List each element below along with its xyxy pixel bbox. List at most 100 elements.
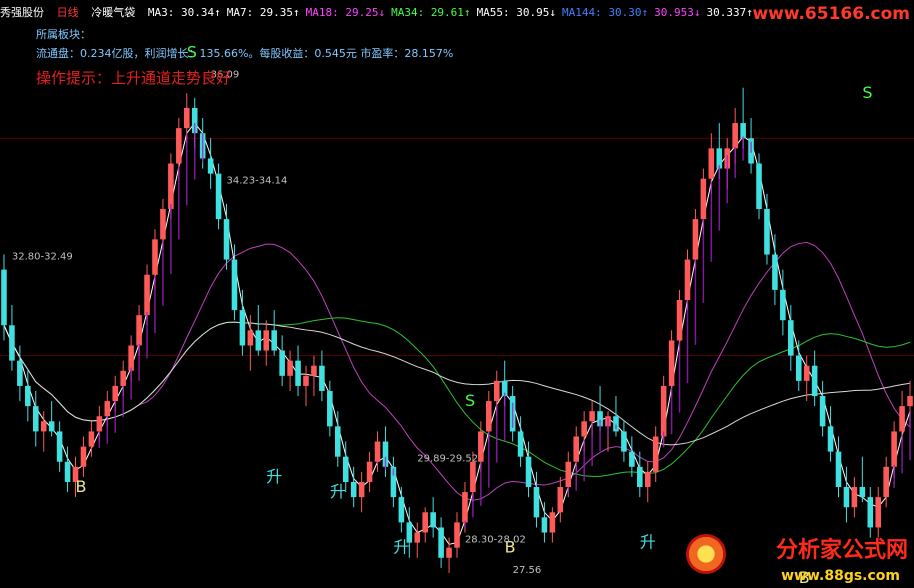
candle-body	[223, 219, 230, 260]
candle-body	[56, 431, 63, 462]
candle-body	[486, 401, 492, 432]
candle-body	[867, 497, 874, 528]
ma-value: MA7: 29.35↑	[226, 6, 300, 19]
candle-body	[335, 426, 341, 457]
candle-body	[64, 461, 71, 482]
candle-body	[136, 315, 142, 346]
chart-annotation: S	[465, 391, 475, 410]
candle-body	[692, 219, 699, 260]
candle-body	[907, 396, 913, 407]
sector-label: 所属板块：	[36, 28, 91, 41]
chart-annotation: 升	[640, 533, 656, 552]
chart-annotation: S	[862, 83, 872, 102]
candle-body	[422, 512, 428, 533]
candle-body	[17, 360, 23, 386]
ma-value: MA144: 30.30↑	[562, 6, 649, 19]
candle-body	[772, 254, 778, 290]
candle-body	[374, 441, 381, 462]
candle-body	[358, 481, 365, 498]
candle-body	[525, 456, 532, 488]
candle-body	[231, 259, 238, 311]
candle-body	[183, 107, 190, 129]
candle-body	[660, 385, 667, 437]
candle-body	[9, 325, 15, 361]
candle-body	[549, 512, 556, 533]
candle-body	[795, 355, 802, 381]
candle-body	[478, 431, 484, 462]
candle-body	[176, 128, 182, 164]
ma-value: MA18: 29.25↓	[305, 6, 386, 19]
watermark-top: www.65166.com	[752, 4, 910, 24]
candle-body	[827, 426, 834, 452]
candle-body	[454, 522, 460, 548]
candle-body	[644, 471, 651, 488]
indicator-name[interactable]: 冷暖气袋	[91, 6, 135, 19]
candle-body	[803, 365, 810, 381]
candle-body	[557, 487, 564, 513]
candle-body	[80, 446, 87, 467]
fundamentals-line: 流通盘：0.234亿股，利润增长：135.66%。每股收益：0.545元 市盈率…	[36, 47, 454, 60]
candle-body	[40, 421, 47, 432]
candle-body	[533, 487, 540, 518]
candle-body	[1, 269, 7, 326]
chart-annotation: 34.23-34.14	[227, 176, 288, 187]
ma-value: MA3: 30.34↑	[147, 6, 221, 19]
logo-flower-icon	[686, 534, 726, 574]
candle-body	[764, 209, 770, 255]
candle-body	[128, 345, 134, 371]
chart-annotation: 27.56	[513, 565, 542, 576]
candle-body	[462, 492, 468, 523]
stock-name[interactable]: 秀强股份	[0, 6, 44, 19]
candle-body	[279, 350, 285, 376]
candlestick-chart[interactable]: S36.0934.23-34.1432.80-32.49B升升S29.89-29…	[0, 0, 914, 588]
candle-body	[168, 163, 174, 210]
candle-body	[160, 209, 166, 240]
candle-body	[255, 330, 262, 351]
candle-body	[25, 385, 31, 407]
candle-body	[366, 461, 373, 482]
operation-tip: 操作提示：上升通道走势良好	[36, 69, 232, 87]
candle-body	[239, 310, 246, 346]
candle-body	[899, 406, 905, 432]
candle-body	[120, 370, 126, 386]
chart-annotation: 升	[266, 467, 282, 486]
candle-body	[676, 300, 683, 341]
candle-body	[700, 178, 707, 220]
watermark-url: www.88gs.com	[781, 568, 900, 584]
candle-body	[32, 406, 39, 432]
chart-annotation: 29.89-29.52	[417, 454, 478, 465]
candle-body	[708, 148, 715, 179]
candle-body	[668, 340, 675, 386]
candle-body	[740, 123, 746, 139]
candle-body	[247, 330, 254, 346]
period-label[interactable]: 日线	[57, 6, 79, 19]
candle-body	[398, 497, 405, 523]
chart-annotation: B	[76, 477, 87, 496]
ma-value: 30.953↓	[654, 6, 701, 19]
candle-body	[319, 365, 325, 391]
candle-body	[621, 431, 627, 452]
candle-body	[517, 431, 524, 457]
candle-body	[295, 360, 301, 386]
chart-annotation: 升	[330, 482, 346, 501]
candle-body	[215, 173, 222, 220]
candle-body	[875, 497, 882, 528]
candle-body	[573, 436, 579, 462]
candle-body	[780, 289, 786, 321]
chart-annotation: 升	[393, 538, 409, 557]
indicator-header: 秀强股份 日线 冷暖气袋 MA3: 30.34↑ MA7: 29.35↑ MA18:…	[0, 4, 765, 20]
candle-body	[819, 396, 826, 427]
candle-body	[96, 416, 103, 432]
candle-body	[446, 547, 452, 558]
candle-body	[891, 431, 897, 467]
candle-body	[589, 411, 595, 422]
ma-value: MA55: 30.95↓	[476, 6, 557, 19]
candle-body	[430, 512, 436, 528]
candle-body	[144, 274, 150, 316]
candle-body	[788, 320, 794, 356]
candle-body	[851, 487, 858, 508]
candle-body	[438, 527, 444, 558]
candle-body	[629, 451, 635, 467]
candle-body	[541, 517, 548, 533]
candle-body	[732, 123, 738, 149]
